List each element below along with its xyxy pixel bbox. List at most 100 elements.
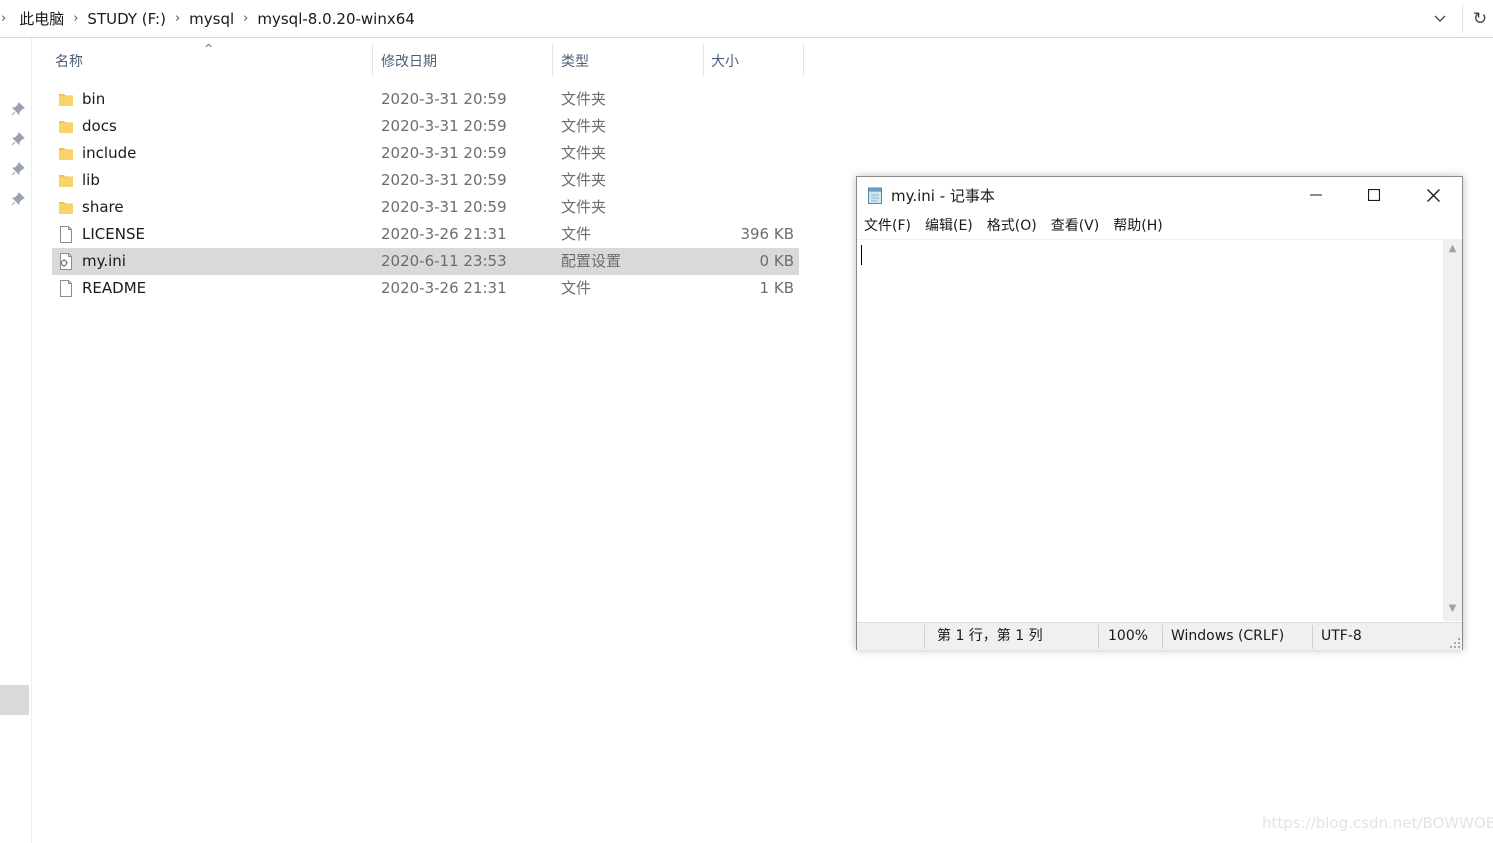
file-row[interactable]: my.ini 2020-6-11 23:53 配置设置 0 KB — [52, 248, 799, 275]
file-name: lib — [82, 171, 100, 189]
file-row[interactable]: share 2020-3-31 20:59 文件夹 — [52, 194, 799, 221]
folder-icon — [58, 144, 74, 163]
column-divider[interactable] — [552, 44, 553, 76]
notepad-menu-bar: 文件(F) 编辑(E) 格式(O) 查看(V) 帮助(H) — [857, 213, 1170, 239]
file-type: 文件夹 — [561, 117, 607, 135]
breadcrumb-this-pc[interactable]: 此电脑 — [13, 8, 70, 29]
pin-icon[interactable] — [11, 102, 25, 116]
file-type: 文件 — [561, 279, 592, 297]
file-type: 文件 — [561, 225, 592, 243]
status-zoom: 100% — [1108, 628, 1149, 644]
watermark: https://blog.csdn.net/BOWWOB — [1262, 814, 1493, 832]
file-date-modified: 2020-3-26 21:31 — [381, 225, 507, 243]
maximize-icon — [1368, 189, 1380, 201]
file-row[interactable]: include 2020-3-31 20:59 文件夹 — [52, 140, 799, 167]
file-date-modified: 2020-3-31 20:59 — [381, 90, 507, 108]
minimize-button[interactable] — [1287, 177, 1345, 213]
refresh-button[interactable]: ↻ — [1467, 5, 1493, 33]
file-date-modified: 2020-3-26 21:31 — [381, 279, 507, 297]
menu-file[interactable]: 文件(F) — [857, 213, 918, 239]
breadcrumb-mysql[interactable]: mysql — [183, 10, 240, 28]
menu-format[interactable]: 格式(O) — [980, 213, 1044, 239]
column-header-name[interactable]: 名称 — [55, 44, 370, 78]
folder-icon — [58, 117, 74, 136]
file-type: 文件夹 — [561, 144, 607, 162]
folder-icon — [58, 171, 74, 190]
file-row[interactable]: lib 2020-3-31 20:59 文件夹 — [52, 167, 799, 194]
chevron-right-icon[interactable]: › — [172, 11, 183, 26]
config-file-icon — [58, 252, 74, 271]
menu-edit[interactable]: 编辑(E) — [918, 213, 980, 239]
vertical-scrollbar[interactable]: ▲ ▼ — [1443, 239, 1462, 621]
breadcrumb-drive[interactable]: STUDY (F:) — [81, 10, 172, 28]
close-icon — [1426, 188, 1440, 202]
file-name: docs — [82, 117, 117, 135]
address-divider — [1462, 5, 1463, 33]
chevron-right-icon[interactable]: › — [70, 11, 81, 26]
notepad-text-area[interactable] — [857, 239, 1443, 622]
notepad-title-bar[interactable]: my.ini - 记事本 — [857, 177, 1462, 213]
file-date-modified: 2020-3-31 20:59 — [381, 144, 507, 162]
menu-help[interactable]: 帮助(H) — [1106, 213, 1169, 239]
text-caret — [861, 245, 862, 265]
pin-icon[interactable] — [11, 192, 25, 206]
address-history-dropdown[interactable] — [1428, 7, 1452, 31]
navigation-pane — [0, 38, 32, 843]
file-date-modified: 2020-3-31 20:59 — [381, 171, 507, 189]
breadcrumb: › 此电脑 › STUDY (F:) › mysql › mysql-8.0.2… — [0, 0, 421, 37]
maximize-button[interactable] — [1345, 177, 1403, 213]
file-row[interactable]: bin 2020-3-31 20:59 文件夹 — [52, 86, 799, 113]
status-divider — [1162, 625, 1163, 649]
folder-icon — [58, 90, 74, 109]
column-header-date[interactable]: 修改日期 — [381, 44, 551, 78]
file-row[interactable]: LICENSE 2020-3-26 21:31 文件 396 KB — [52, 221, 799, 248]
refresh-icon: ↻ — [1472, 9, 1488, 29]
status-divider — [1098, 625, 1099, 649]
column-divider[interactable] — [803, 44, 804, 76]
notepad-status-bar: 第 1 行，第 1 列 100% Windows (CRLF) UTF-8 — [857, 622, 1462, 650]
scroll-down-icon[interactable]: ▼ — [1443, 603, 1462, 617]
breadcrumb-current-folder[interactable]: mysql-8.0.20-winx64 — [251, 10, 420, 28]
file-size: 1 KB — [759, 279, 794, 297]
address-bar[interactable]: › 此电脑 › STUDY (F:) › mysql › mysql-8.0.2… — [0, 0, 1493, 38]
pin-icon[interactable] — [11, 162, 25, 176]
status-encoding: UTF-8 — [1321, 628, 1362, 644]
notepad-window[interactable]: my.ini - 记事本 文件(F) 编辑(E) 格式(O) 查看(V) 帮助(… — [856, 176, 1463, 650]
file-type: 文件夹 — [561, 171, 607, 189]
file-name: README — [82, 279, 147, 297]
chevron-down-icon — [1434, 15, 1446, 22]
file-row[interactable]: README 2020-3-26 21:31 文件 1 KB — [52, 275, 799, 302]
nav-item-selected[interactable] — [0, 685, 29, 715]
scroll-up-icon[interactable]: ▲ — [1443, 243, 1462, 257]
chevron-right-icon[interactable]: › — [240, 11, 251, 26]
resize-grip-icon[interactable] — [1449, 637, 1461, 649]
file-type: 配置设置 — [561, 252, 622, 270]
file-date-modified: 2020-3-31 20:59 — [381, 117, 507, 135]
file-name: my.ini — [82, 252, 126, 270]
file-name: share — [82, 198, 124, 216]
column-header-type[interactable]: 类型 — [561, 44, 701, 78]
file-icon — [58, 225, 74, 244]
notepad-icon — [868, 187, 882, 204]
file-type: 文件夹 — [561, 198, 607, 216]
notepad-title: my.ini - 记事本 — [891, 187, 995, 205]
column-divider[interactable] — [372, 44, 373, 76]
file-name: bin — [82, 90, 106, 108]
minimize-icon — [1310, 194, 1322, 196]
file-date-modified: 2020-6-11 23:53 — [381, 252, 507, 270]
file-date-modified: 2020-3-31 20:59 — [381, 198, 507, 216]
status-line-ending: Windows (CRLF) — [1171, 628, 1285, 644]
menu-view[interactable]: 查看(V) — [1044, 213, 1107, 239]
file-row[interactable]: docs 2020-3-31 20:59 文件夹 — [52, 113, 799, 140]
file-size: 0 KB — [759, 252, 794, 270]
status-cursor-position: 第 1 行，第 1 列 — [937, 628, 1043, 644]
pin-icon[interactable] — [11, 132, 25, 146]
file-name: LICENSE — [82, 225, 145, 243]
column-divider[interactable] — [703, 44, 704, 76]
status-divider — [1312, 625, 1313, 649]
chevron-right-icon[interactable]: › — [0, 11, 13, 26]
close-button[interactable] — [1404, 177, 1462, 213]
file-size: 396 KB — [740, 225, 794, 243]
file-name: include — [82, 144, 137, 162]
column-header-size[interactable]: 大小 — [711, 44, 801, 78]
